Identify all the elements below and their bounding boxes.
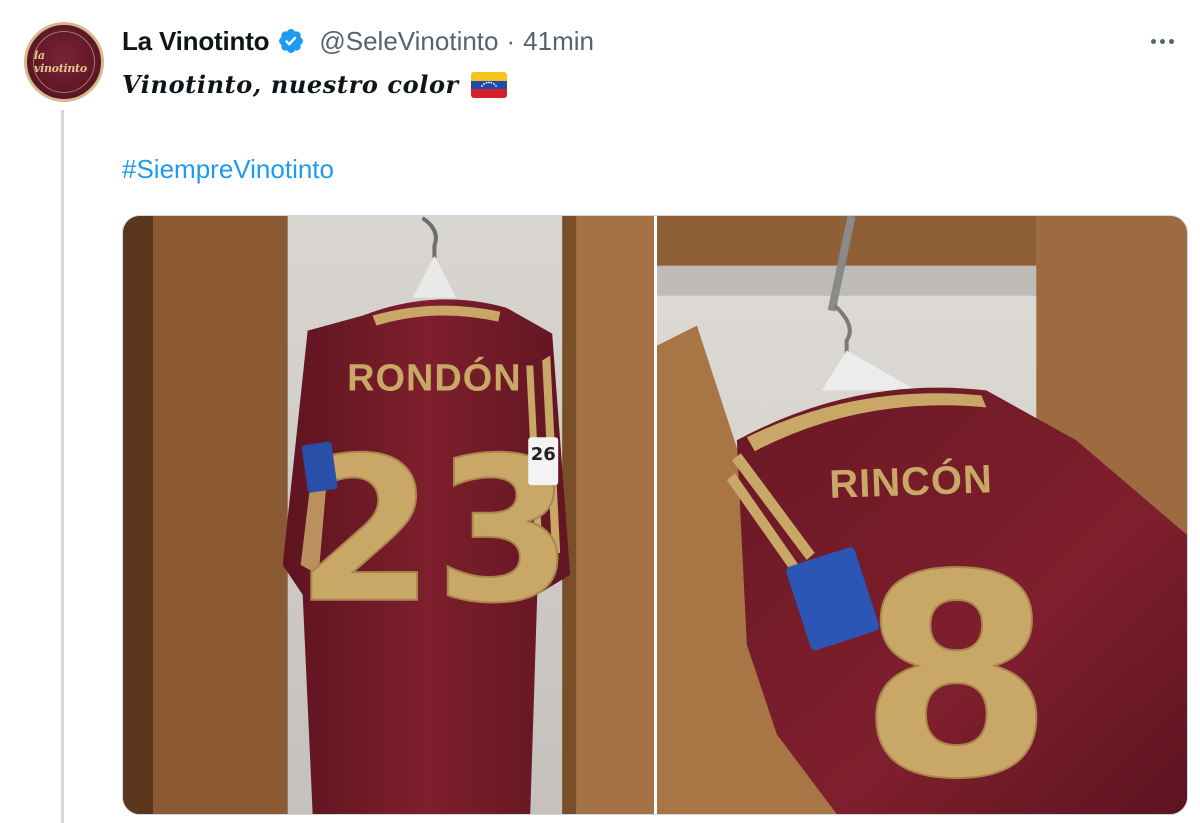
verified-badge-icon xyxy=(279,29,304,53)
display-name[interactable]: La Vinotinto xyxy=(122,26,270,57)
more-options-button[interactable] xyxy=(1142,26,1182,56)
tweet-text-content: Vinotinto, nuestro color xyxy=(122,70,459,99)
thread-line xyxy=(61,110,64,823)
tweet-text: Vinotinto, nuestro color xyxy=(122,70,507,99)
svg-text:8: 8 xyxy=(859,515,1053,814)
jersey-photo-rincon: RINCÓN 8 xyxy=(657,216,1187,814)
more-dot xyxy=(1150,38,1156,44)
venezuela-flag-icon xyxy=(470,71,507,98)
svg-text:RONDÓN: RONDÓN xyxy=(347,355,522,399)
timestamp[interactable]: 41min xyxy=(523,26,594,57)
media-photo-2[interactable]: RINCÓN 8 xyxy=(657,216,1187,814)
jersey-photo-rondon: RONDÓN 23 26 xyxy=(123,216,654,814)
media-photo-1[interactable]: RONDÓN 23 26 xyxy=(123,216,654,814)
avatar[interactable]: la vinotinto xyxy=(24,22,104,102)
avatar-ring: la vinotinto xyxy=(33,31,95,93)
more-dot xyxy=(1159,38,1165,44)
hashtag-link[interactable]: #SiempreVinotinto xyxy=(122,154,334,185)
author-handle[interactable]: @SeleVinotinto xyxy=(319,26,498,57)
media-grid: RONDÓN 23 26 RINCÓN 8 xyxy=(122,215,1188,815)
svg-text:RINCÓN: RINCÓN xyxy=(829,455,994,507)
more-dot xyxy=(1168,38,1174,44)
separator-dot: · xyxy=(506,25,516,56)
avatar-logo: la vinotinto xyxy=(34,49,87,75)
svg-text:26: 26 xyxy=(531,444,556,465)
tweet-header: La Vinotinto @SeleVinotinto · 41min xyxy=(122,24,594,58)
